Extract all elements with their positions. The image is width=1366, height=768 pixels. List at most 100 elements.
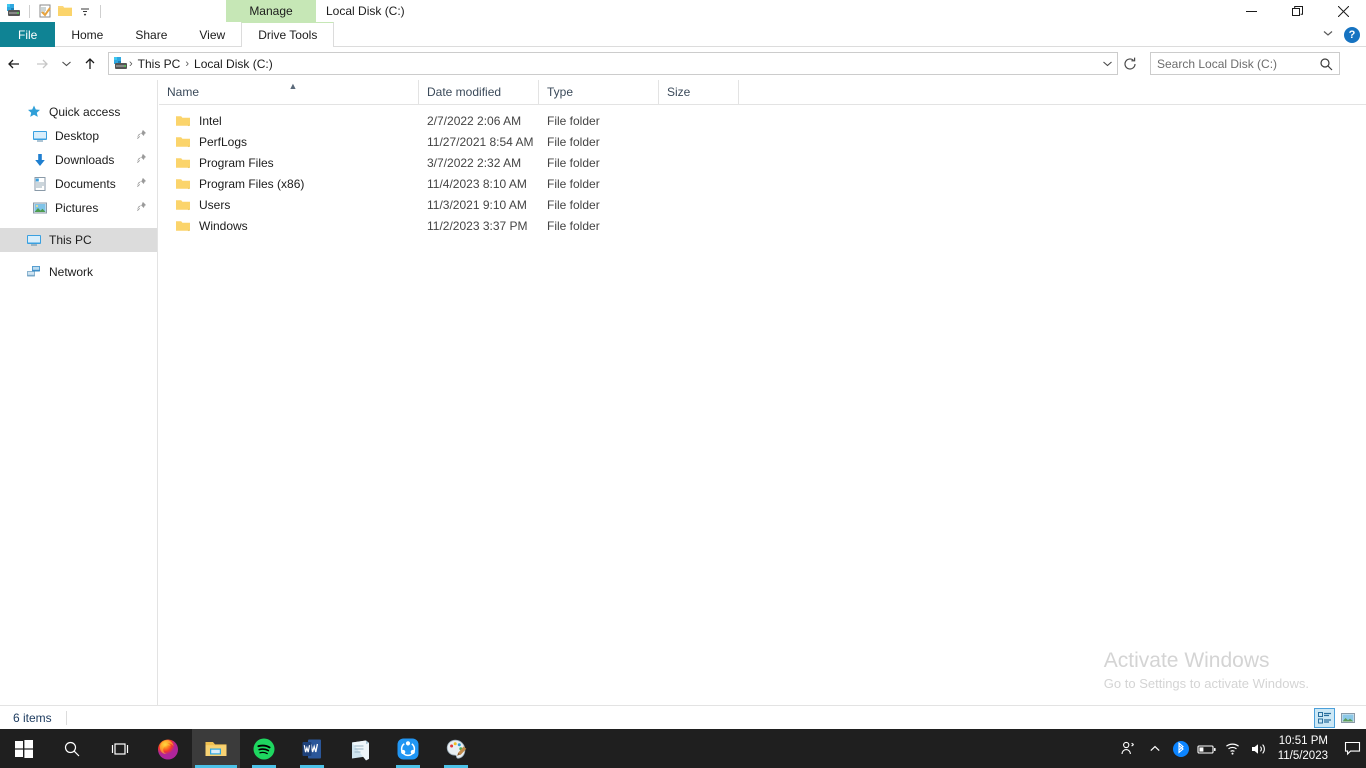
- pin-icon[interactable]: [136, 129, 147, 143]
- breadcrumb-drive-icon: [113, 56, 129, 72]
- details-view-button[interactable]: [1314, 707, 1335, 728]
- file-date-modified: 11/3/2021 9:10 AM: [427, 197, 527, 212]
- minimize-button[interactable]: [1228, 0, 1274, 22]
- taskbar-clock[interactable]: 10:51 PM 11/5/2023: [1272, 729, 1338, 768]
- sidebar-item-documents[interactable]: Documents: [0, 172, 157, 196]
- search-placeholder: Search Local Disk (C:): [1157, 56, 1278, 71]
- notifications-icon[interactable]: [1338, 729, 1366, 768]
- ribbon-tab-bar: File Home Share View Drive Tools ?: [0, 22, 1366, 47]
- back-button[interactable]: [0, 51, 28, 77]
- search-input[interactable]: Search Local Disk (C:): [1150, 52, 1340, 75]
- wifi-icon[interactable]: [1220, 729, 1246, 768]
- refresh-button[interactable]: [1118, 52, 1142, 75]
- table-row[interactable]: PerfLogs 11/27/2021 8:54 AM File folder: [159, 131, 1366, 152]
- column-header-name[interactable]: ▲ Name: [159, 79, 419, 105]
- bluetooth-icon[interactable]: [1168, 729, 1194, 768]
- file-date-modified: 11/4/2023 8:10 AM: [427, 176, 527, 191]
- table-row[interactable]: Program Files (x86) 11/4/2023 8:10 AM Fi…: [159, 173, 1366, 194]
- tab-view[interactable]: View: [183, 22, 241, 47]
- customize-dropdown-icon[interactable]: [75, 1, 95, 21]
- table-row[interactable]: Program Files 3/7/2022 2:32 AM File fold…: [159, 152, 1366, 173]
- taskbar-app-notepad[interactable]: [336, 729, 384, 768]
- quick-access-toolbar: [4, 0, 106, 22]
- recent-locations-icon[interactable]: [56, 51, 76, 77]
- battery-icon[interactable]: [1194, 729, 1220, 768]
- pin-icon[interactable]: [136, 201, 147, 215]
- activate-windows-watermark: Activate Windows Go to Settings to activ…: [1104, 648, 1309, 694]
- tab-drive-tools[interactable]: Drive Tools: [241, 22, 335, 47]
- folder-icon: [175, 155, 191, 171]
- sidebar-item-pictures[interactable]: Pictures: [0, 196, 157, 220]
- taskbar-app-spotify[interactable]: [240, 729, 288, 768]
- sidebar-item-this-pc[interactable]: This PC: [0, 228, 157, 252]
- file-name: Program Files (x86): [199, 176, 305, 191]
- column-header-type[interactable]: Type: [539, 79, 659, 105]
- drive-icon[interactable]: [4, 1, 24, 21]
- file-type: File folder: [547, 176, 600, 191]
- people-icon[interactable]: [1116, 729, 1142, 768]
- close-button[interactable]: [1320, 0, 1366, 22]
- column-header-date-modified[interactable]: Date modified: [419, 79, 539, 105]
- tab-share[interactable]: Share: [119, 22, 183, 47]
- sidebar-item-quick-access[interactable]: Quick access: [0, 100, 157, 124]
- tab-file[interactable]: File: [0, 22, 56, 47]
- taskbar-search-button[interactable]: [48, 729, 96, 768]
- ribbon-collapse-icon[interactable]: [1322, 26, 1334, 44]
- address-input[interactable]: › This PC › Local Disk (C:): [108, 52, 1118, 75]
- window-title: Local Disk (C:): [326, 4, 405, 18]
- ribbon-tabs: File Home Share View Drive Tools: [0, 22, 335, 47]
- column-headers: ▲ Name Date modified Type Size: [159, 79, 1366, 105]
- start-button[interactable]: [0, 729, 48, 768]
- breadcrumb-this-pc[interactable]: This PC: [133, 57, 186, 71]
- breadcrumb-local-disk[interactable]: Local Disk (C:): [189, 57, 278, 71]
- restore-button[interactable]: [1274, 0, 1320, 22]
- item-count-label: 6 items: [13, 710, 52, 725]
- address-dropdown-icon[interactable]: [1097, 58, 1117, 69]
- file-date-modified: 11/2/2023 3:37 PM: [427, 218, 528, 233]
- column-label: Type: [547, 85, 574, 99]
- sidebar-item-downloads[interactable]: Downloads: [0, 148, 157, 172]
- large-icons-view-button[interactable]: [1337, 708, 1358, 728]
- taskbar-app-firefox[interactable]: [144, 729, 192, 768]
- star-icon: [26, 104, 42, 120]
- status-separator: [65, 710, 67, 725]
- column-header-size[interactable]: Size: [659, 79, 739, 105]
- sidebar-item-network[interactable]: Network: [0, 260, 157, 284]
- new-folder-icon[interactable]: [55, 1, 75, 21]
- file-name: Program Files: [199, 155, 274, 170]
- help-icon[interactable]: ?: [1344, 26, 1360, 43]
- task-view-button[interactable]: [96, 729, 144, 768]
- taskbar-app-word[interactable]: [288, 729, 336, 768]
- qat-separator-2: [100, 4, 101, 18]
- show-hidden-icons-icon[interactable]: [1142, 729, 1168, 768]
- properties-icon[interactable]: [35, 1, 55, 21]
- sidebar-label: Quick access: [49, 105, 121, 119]
- file-type: File folder: [547, 155, 600, 170]
- tab-home[interactable]: Home: [55, 22, 119, 47]
- folder-icon: [175, 218, 191, 234]
- file-name: PerfLogs: [199, 134, 248, 149]
- taskbar-app-paint[interactable]: [432, 729, 480, 768]
- downloads-icon: [32, 152, 48, 168]
- pin-icon[interactable]: [136, 177, 147, 191]
- sidebar-label: Pictures: [55, 201, 99, 215]
- pin-icon[interactable]: [136, 153, 147, 167]
- folder-icon: [175, 113, 191, 129]
- file-list-pane: ▲ Name Date modified Type Size Intel 2/7…: [159, 79, 1366, 705]
- table-row[interactable]: Intel 2/7/2022 2:06 AM File folder: [159, 110, 1366, 131]
- window-controls: [1228, 0, 1366, 22]
- forward-button[interactable]: [28, 51, 56, 77]
- sidebar-label: Documents: [55, 177, 116, 191]
- search-icon[interactable]: [1319, 57, 1333, 71]
- taskbar-app-file-explorer[interactable]: [192, 729, 240, 768]
- table-row[interactable]: Windows 11/2/2023 3:37 PM File folder: [159, 215, 1366, 236]
- volume-icon[interactable]: [1246, 729, 1272, 768]
- table-row[interactable]: Users 11/3/2021 9:10 AM File folder: [159, 194, 1366, 215]
- folder-icon: [175, 176, 191, 192]
- file-date-modified: 3/7/2022 2:32 AM: [427, 155, 522, 170]
- documents-icon: [32, 176, 48, 192]
- network-icon: [26, 264, 42, 280]
- taskbar-app-shareit[interactable]: [384, 729, 432, 768]
- up-button[interactable]: [76, 51, 104, 77]
- sidebar-item-desktop[interactable]: Desktop: [0, 124, 157, 148]
